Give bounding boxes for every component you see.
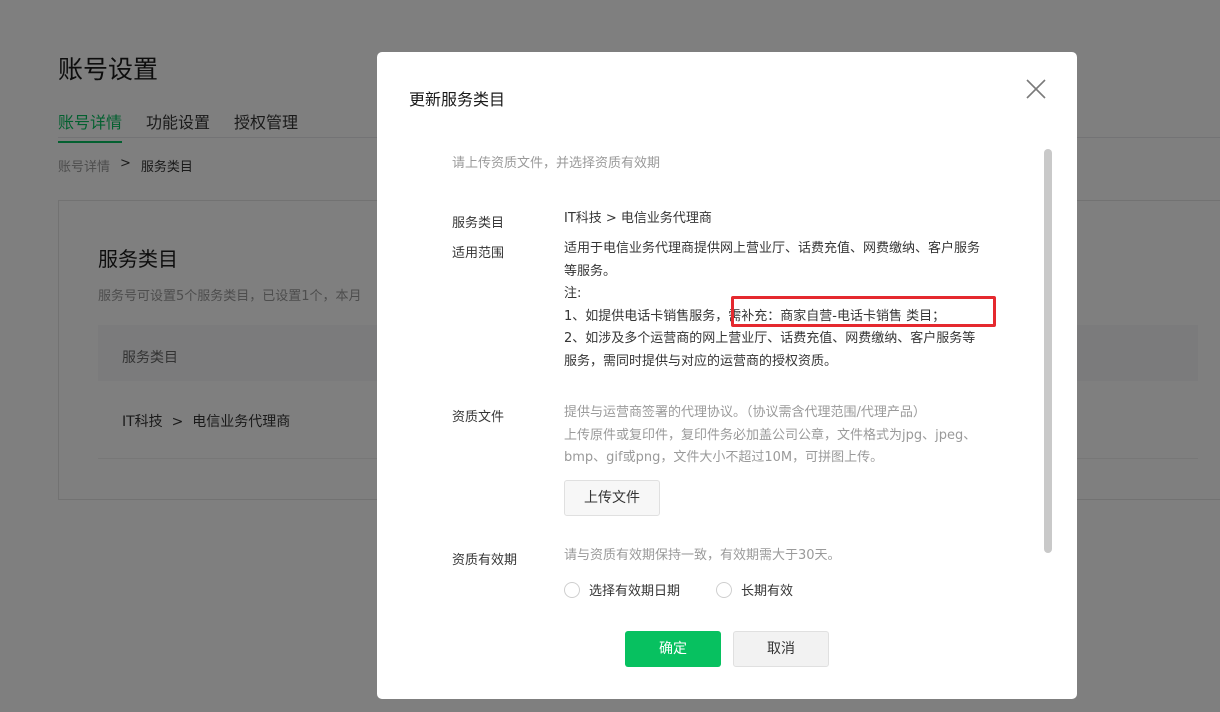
qualification-line: 上传原件或复印件，复印件务必加盖公司公章，文件格式为jpg、jpeg、 — [564, 427, 977, 443]
radio-circle[interactable] — [716, 581, 732, 598]
scope-line: 适用于电信业务代理商提供网上营业厅、话费充值、网费缴纳、客户服务 — [564, 241, 981, 256]
validity-label: 资质有效期 — [452, 553, 518, 568]
radio-long-term[interactable]: 长期有效 — [716, 580, 793, 599]
cancel-button[interactable]: 取消 — [733, 631, 829, 667]
scope-line: 服务，需同时提供与对应的运营商的授权资质。 — [564, 353, 838, 369]
qualification-text: 提供与运营商签署的代理协议。（协议需含代理范围/代理产品） 上传原件或复印件，复… — [564, 402, 1024, 470]
close-icon[interactable] — [1021, 74, 1051, 104]
service-category-value: IT科技 > 电信业务代理商 — [564, 211, 712, 226]
scrollbar[interactable] — [1044, 149, 1052, 553]
validity-hint: 请与资质有效期保持一致，有效期需大于30天。 — [564, 548, 841, 563]
scope-label: 适用范围 — [452, 246, 505, 261]
dialog-hint: 请上传资质文件，并选择资质有效期 — [452, 156, 661, 171]
highlight-annotation — [731, 296, 996, 327]
dialog-title: 更新服务类目 — [409, 90, 506, 109]
qualification-label: 资质文件 — [452, 410, 505, 425]
qualification-line: 提供与运营商签署的代理协议。（协议需含代理范围/代理产品） — [564, 405, 926, 420]
radio-circle[interactable] — [564, 581, 580, 598]
qualification-line: bmp、gif或png，文件大小不超过10M，可拼图上传。 — [564, 450, 884, 465]
radio-label: 长期有效 — [741, 584, 794, 599]
scope-line: 2、如涉及多个运营商的网上营业厅、话费充值、网费缴纳、客户服务等 — [564, 331, 976, 346]
service-category-label: 服务类目 — [452, 216, 505, 231]
radio-select-date[interactable]: 选择有效期日期 — [564, 580, 680, 599]
radio-label: 选择有效期日期 — [589, 584, 681, 599]
update-category-dialog: 更新服务类目 请上传资质文件，并选择资质有效期 服务类目 IT科技 > 电信业务… — [377, 52, 1077, 699]
upload-file-button[interactable]: 上传文件 — [564, 480, 660, 516]
scope-line: 等服务。 — [564, 263, 617, 279]
confirm-button[interactable]: 确定 — [625, 631, 721, 667]
